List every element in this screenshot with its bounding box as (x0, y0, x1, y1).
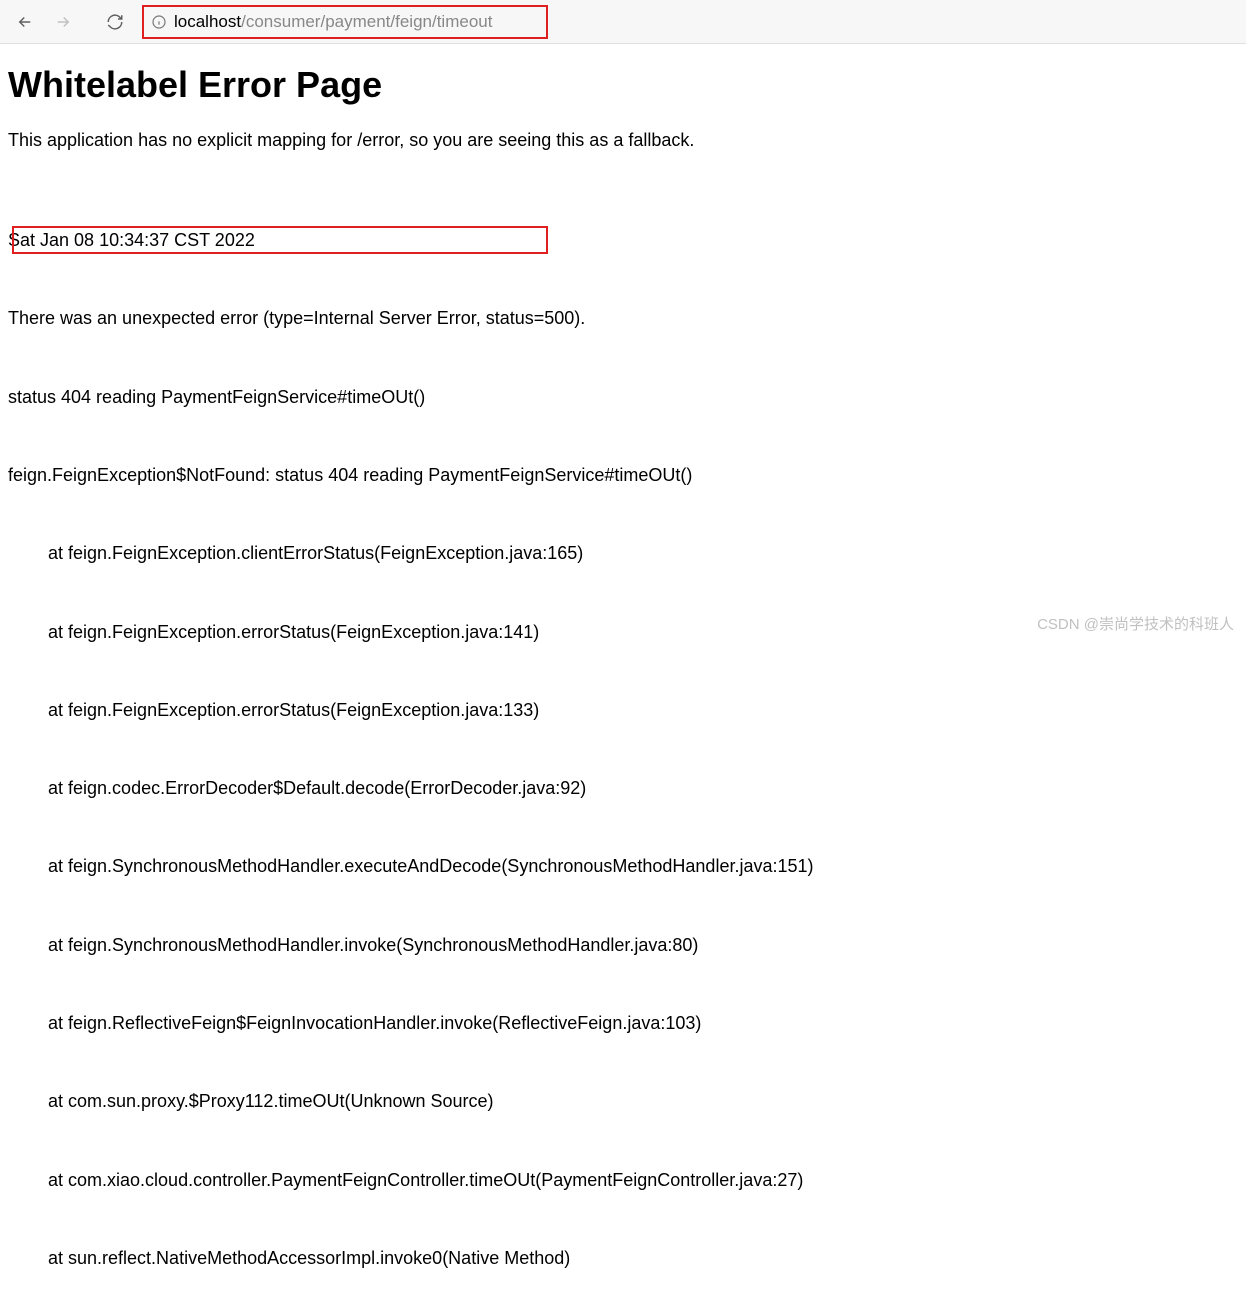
stack-line: at feign.codec.ErrorDecoder$Default.deco… (8, 775, 1238, 801)
refresh-button[interactable] (98, 6, 132, 38)
stack-line: at feign.FeignException.clientErrorStatu… (8, 540, 1238, 566)
url-path: /consumer/payment/feign/timeout (241, 12, 492, 32)
stack-line: at feign.SynchronousMethodHandler.execut… (8, 853, 1238, 879)
url-host: localhost (174, 12, 241, 32)
page-content: Whitelabel Error Page This application h… (0, 44, 1246, 1304)
error-timestamp: Sat Jan 08 10:34:37 CST 2022 (8, 227, 1238, 253)
address-bar[interactable]: localhost/consumer/payment/feign/timeout (144, 8, 500, 36)
stack-line: at com.xiao.cloud.controller.PaymentFeig… (8, 1167, 1238, 1193)
stack-line: at feign.FeignException.errorStatus(Feig… (8, 697, 1238, 723)
stack-line: at feign.SynchronousMethodHandler.invoke… (8, 932, 1238, 958)
stack-line: at sun.reflect.NativeMethodAccessorImpl.… (8, 1245, 1238, 1271)
back-button[interactable] (8, 6, 42, 38)
stack-line: at feign.FeignException.errorStatus(Feig… (8, 619, 1238, 645)
fallback-message: This application has no explicit mapping… (8, 130, 1238, 151)
page-title: Whitelabel Error Page (8, 64, 1238, 106)
site-info-icon[interactable] (144, 8, 174, 36)
error-block: Sat Jan 08 10:34:37 CST 2022 There was a… (8, 175, 1238, 1304)
stack-line: at com.sun.proxy.$Proxy112.timeOUt(Unkno… (8, 1088, 1238, 1114)
forward-button[interactable] (46, 6, 80, 38)
stack-line: at feign.ReflectiveFeign$FeignInvocation… (8, 1010, 1238, 1036)
error-message: status 404 reading PaymentFeignService#t… (8, 384, 1238, 410)
error-summary: There was an unexpected error (type=Inte… (8, 305, 1238, 331)
browser-toolbar: localhost/consumer/payment/feign/timeout (0, 0, 1246, 44)
exception-line: feign.FeignException$NotFound: status 40… (8, 462, 1238, 488)
